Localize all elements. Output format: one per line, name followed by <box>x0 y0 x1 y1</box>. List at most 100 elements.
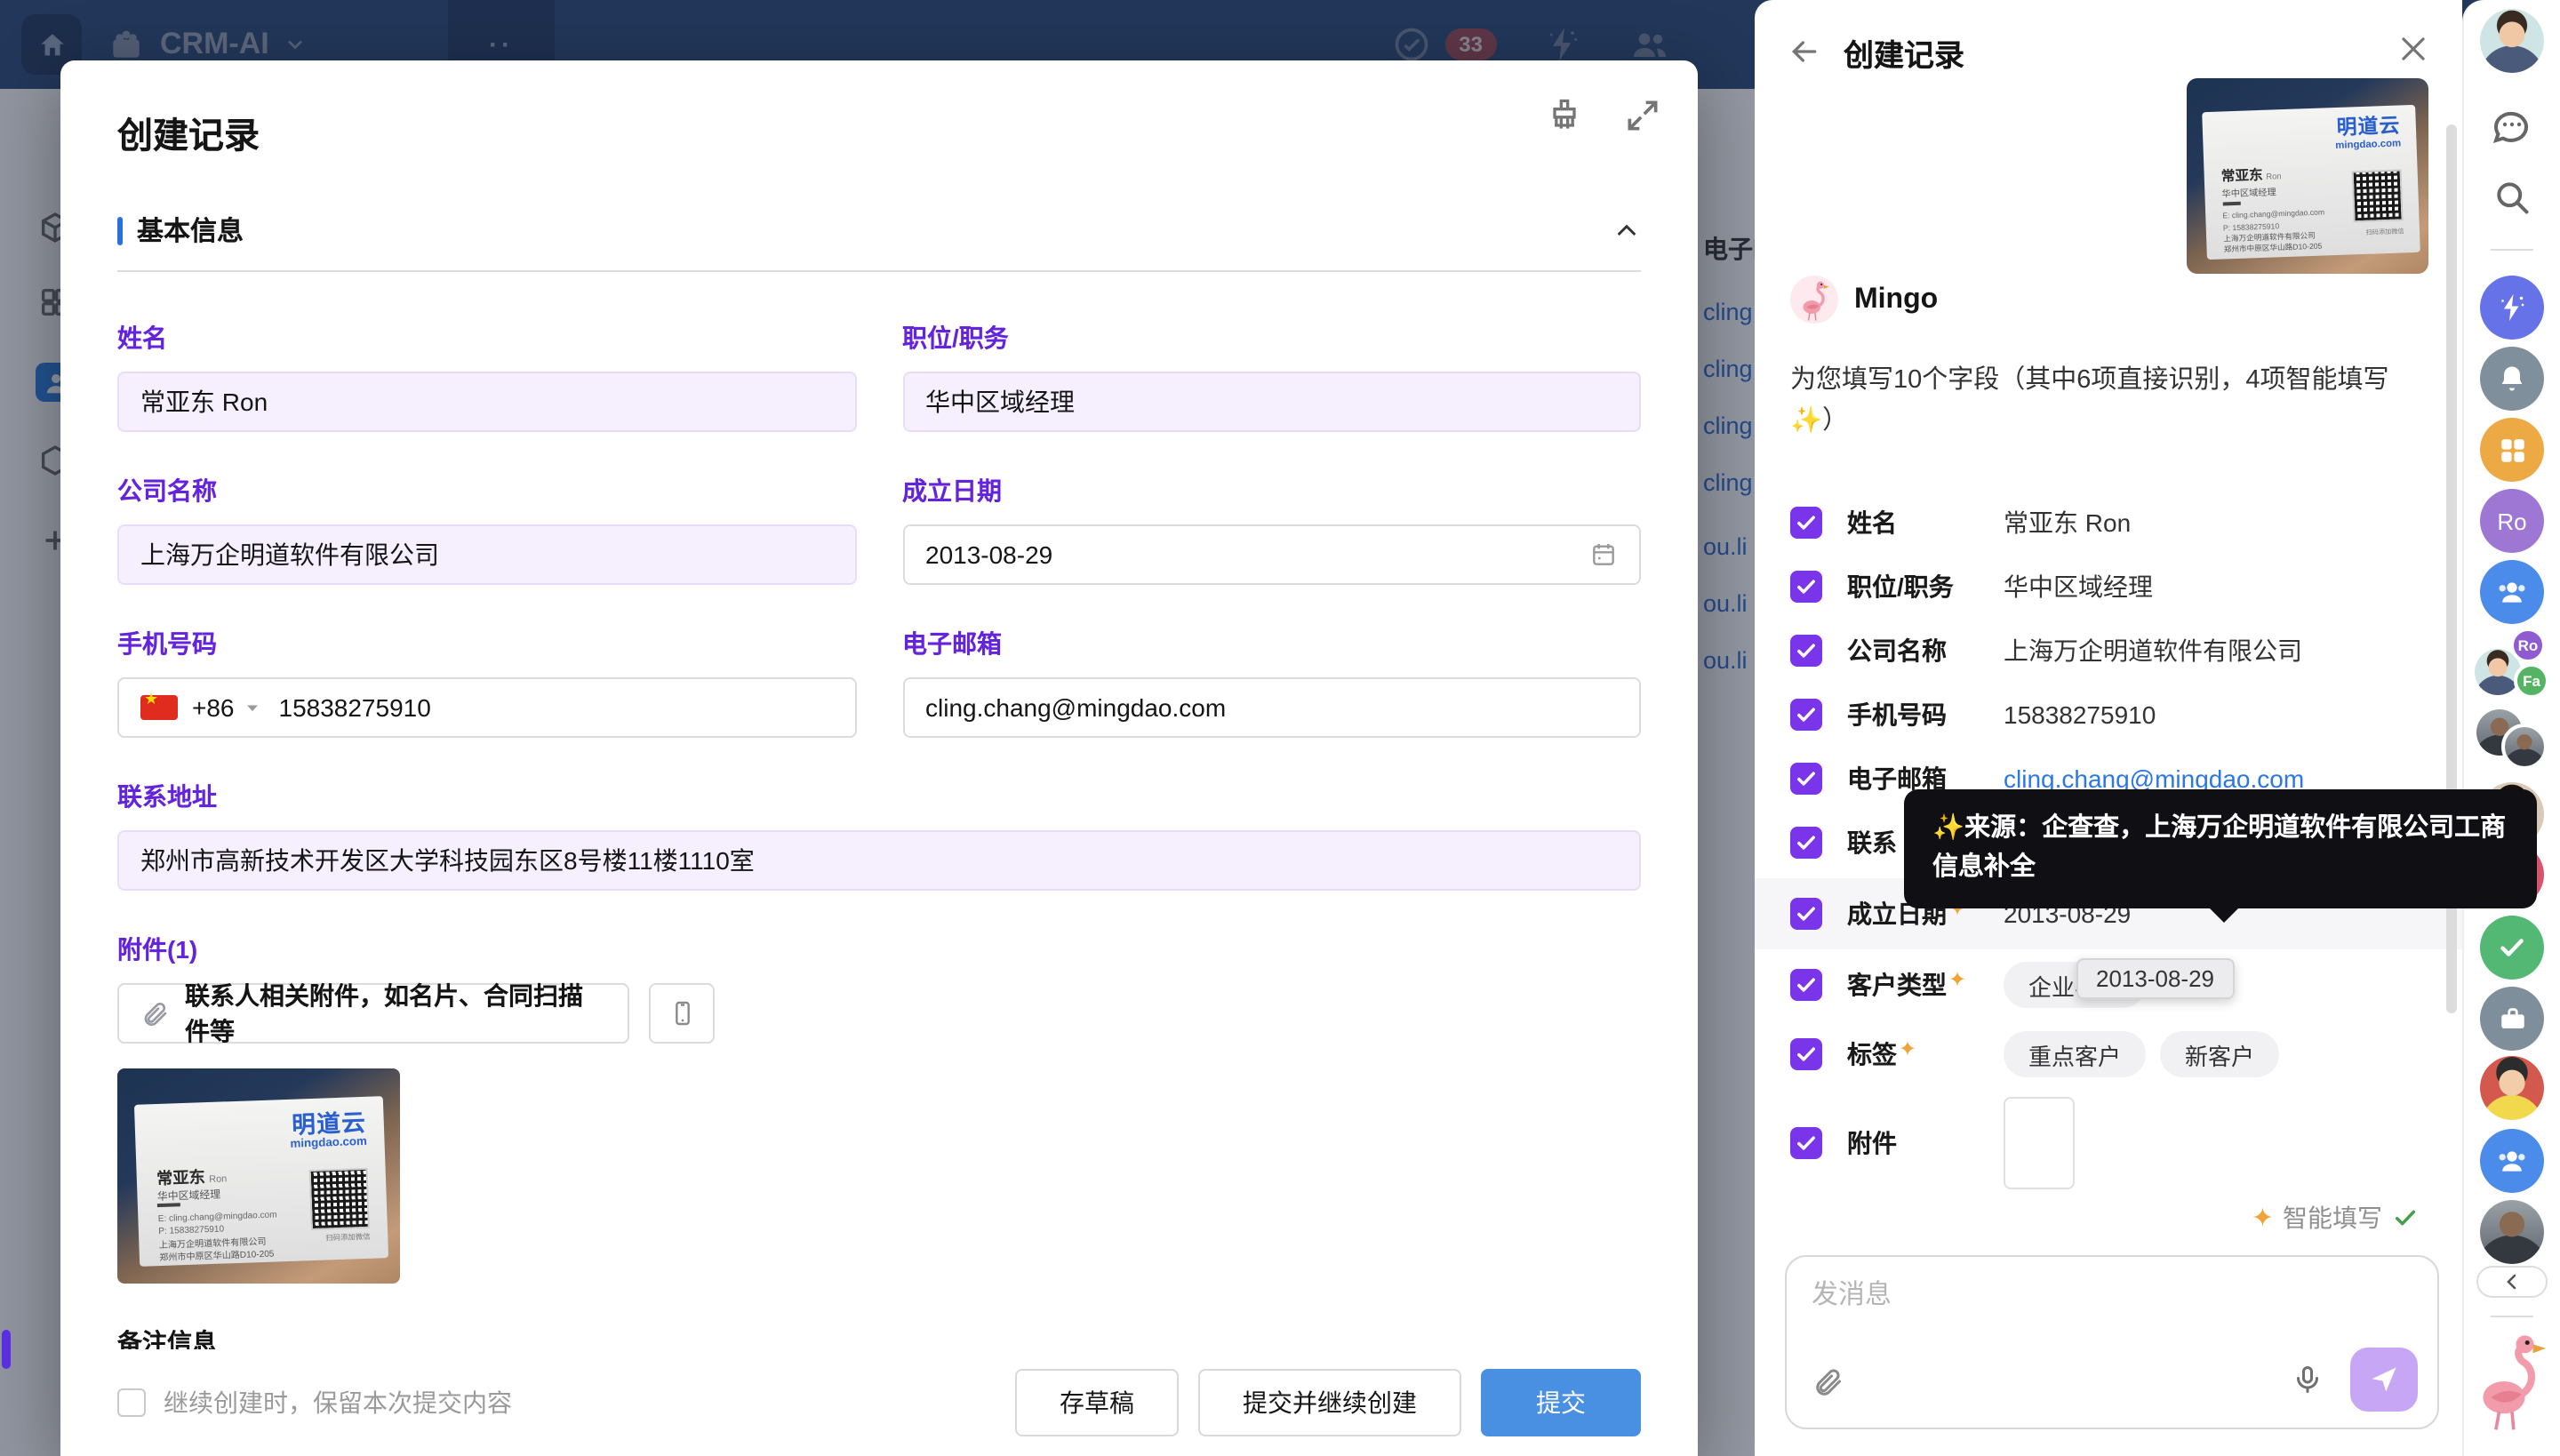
assistant-panel: 创建记录 明道云mingdao.com 常亚东Ron 华中区域经理 E: cli… <box>1755 0 2462 1456</box>
assistant-identity: Mingo <box>1790 276 1938 324</box>
submit-and-continue-button[interactable]: 提交并继续创建 <box>1198 1369 1461 1436</box>
checkbox-checked[interactable] <box>1790 571 1822 603</box>
avatar-photo[interactable] <box>2480 1200 2544 1264</box>
field-founded-date: 成立日期 2013-08-29 <box>902 473 1641 585</box>
submit-button[interactable]: 提交 <box>1481 1369 1641 1436</box>
field-label: 职位/职务 <box>902 320 1641 356</box>
expand-icon[interactable] <box>1623 96 1662 135</box>
section-title: 基本信息 <box>137 212 1612 249</box>
qr-code <box>2350 169 2403 221</box>
dock-divider <box>2491 249 2533 251</box>
search-icon[interactable] <box>2480 165 2544 229</box>
attach-file-icon[interactable] <box>1812 1365 1844 1406</box>
user-avatar[interactable] <box>2480 9 2544 73</box>
microphone-icon[interactable] <box>2292 1364 2324 1404</box>
message-input[interactable] <box>1812 1275 2412 1346</box>
badge-ro: Ro <box>2510 628 2546 663</box>
chat-icon[interactable] <box>2480 94 2544 158</box>
field-label: 电子邮箱 <box>902 626 1641 661</box>
checkbox-checked[interactable] <box>1790 969 1822 1001</box>
success-check-icon <box>2391 1204 2420 1232</box>
keep-content-checkbox[interactable] <box>117 1388 146 1417</box>
apps-grid-icon[interactable] <box>2480 418 2544 482</box>
checkbox-checked[interactable] <box>1790 898 1822 930</box>
panel-title: 创建记录 <box>1844 30 1964 75</box>
checkbox-checked[interactable] <box>1790 507 1822 539</box>
create-record-modal: 创建记录 基本信息 姓名 常亚东 Ron 职位/职务 华中区域经理 公司名称 <box>60 60 1698 1456</box>
smart-fill-status: ✦ 智能填写 <box>2250 1200 2420 1236</box>
collapse-dock-button[interactable] <box>2476 1266 2548 1298</box>
field-company: 公司名称 上海万企明道软件有限公司 <box>117 473 856 585</box>
phone-icon <box>668 999 696 1028</box>
back-icon[interactable] <box>1787 34 1822 78</box>
upload-attachment-button[interactable]: 联系人相关附件，如名片、合同扫描件等 <box>117 983 629 1044</box>
contacts-group-icon[interactable] <box>2480 1129 2544 1193</box>
field-address: 联系地址 郑州市高新技术开发区大学科技园东区8号楼11楼1110室 <box>117 779 1641 891</box>
field-label: 联系地址 <box>117 779 1641 814</box>
founded-date-input[interactable]: 2013-08-29 <box>902 524 1641 585</box>
notifications-bell-icon[interactable] <box>2480 347 2544 411</box>
china-flag-icon: ★ <box>140 695 178 720</box>
paperclip-icon <box>140 999 169 1028</box>
field-label: 附件(1) <box>117 932 1641 967</box>
field-name: 姓名 常亚东 Ron <box>117 320 856 432</box>
date-value-tooltip: 2013-08-29 <box>2076 958 2234 999</box>
name-input[interactable]: 常亚东 Ron <box>117 372 856 432</box>
checkbox-checked[interactable] <box>1790 699 1822 731</box>
company-input[interactable]: 上海万企明道软件有限公司 <box>117 524 856 585</box>
checkbox-checked[interactable] <box>1790 1127 1822 1159</box>
keep-content-option[interactable]: 继续创建时，保留本次提交内容 <box>117 1385 996 1420</box>
modal-footer: 继续创建时，保留本次提交内容 存草稿 提交并继续创建 提交 <box>60 1349 1698 1456</box>
message-composer <box>1785 1255 2439 1429</box>
work-briefcase-icon[interactable] <box>2480 987 2544 1051</box>
avatar-boy[interactable] <box>2480 1056 2544 1120</box>
field-row: 公司名称 上海万企明道软件有限公司 <box>1790 619 2427 683</box>
checkbox-checked[interactable] <box>1790 635 1822 667</box>
avatar-cluster[interactable]: Ro Fa <box>2475 628 2549 699</box>
address-input[interactable]: 郑州市高新技术开发区大学科技园东区8号楼11楼1110室 <box>117 830 1641 891</box>
attachment-thumbnail[interactable] <box>2004 1097 2075 1189</box>
field-row: 姓名 常亚东 Ron <box>1790 491 2427 555</box>
section-header: 基本信息 <box>117 212 1641 249</box>
save-draft-button[interactable]: 存草稿 <box>1015 1369 1179 1436</box>
avatar-ro[interactable]: Ro <box>2480 489 2544 553</box>
section-accent-bar <box>117 216 123 244</box>
caret-down-icon[interactable] <box>244 699 261 716</box>
send-button[interactable] <box>2350 1348 2418 1412</box>
badge-fa: Fa <box>2514 663 2549 699</box>
tag: 新客户 <box>2160 1031 2279 1077</box>
chevron-left-icon <box>2501 1271 2523 1292</box>
section-divider <box>117 270 1641 272</box>
calendar-icon[interactable] <box>1589 540 1618 569</box>
uploaded-business-card-photo[interactable]: 明道云mingdao.com 常亚东Ron 华中区域经理 E: cling.ch… <box>2187 78 2428 274</box>
field-attachments: 附件(1) 联系人相关附件，如名片、合同扫描件等 明道云mingdao.com <box>117 932 1641 1284</box>
record-form: 姓名 常亚东 Ron 职位/职务 华中区域经理 公司名称 上海万企明道软件有限公… <box>60 279 1698 1456</box>
mobile-upload-button[interactable] <box>649 983 715 1044</box>
contacts-group-icon[interactable] <box>2480 560 2544 624</box>
field-row: 标签✦ 重点客户 新客户 <box>1790 1017 2427 1092</box>
field-row: 手机号码 15838275910 <box>1790 683 2427 747</box>
country-code[interactable]: +86 <box>192 693 235 722</box>
mobile-input[interactable]: ★ +86 15838275910 <box>117 677 856 738</box>
close-icon[interactable] <box>2396 32 2430 75</box>
modal-toolbar <box>1545 96 1662 135</box>
mascot-flamingo[interactable] <box>2473 1330 2551 1433</box>
position-input[interactable]: 华中区域经理 <box>902 372 1641 432</box>
attachment-business-card-photo[interactable]: 明道云mingdao.com 常亚东Ron 华中区域经理 E: cling.ch… <box>117 1068 400 1284</box>
field-label: 姓名 <box>117 320 856 356</box>
field-label: 成立日期 <box>902 473 1641 508</box>
checkbox-checked[interactable] <box>1790 827 1822 859</box>
smart-sparkle-icon: ✦ <box>1948 967 1966 992</box>
source-tooltip: ✨来源：企查查，上海万企明道软件有限公司工商信息补全 <box>1904 789 2537 908</box>
chevron-up-icon[interactable] <box>1612 216 1641 244</box>
email-input[interactable]: cling.chang@mingdao.com <box>902 677 1641 738</box>
ai-assistant-icon[interactable] <box>2480 276 2544 340</box>
avatar-pair[interactable] <box>2476 706 2548 770</box>
field-label: 手机号码 <box>117 626 856 661</box>
approval-check-icon[interactable] <box>2480 916 2544 980</box>
checkbox-checked[interactable] <box>1790 1038 1822 1070</box>
checkbox-checked[interactable] <box>1790 763 1822 795</box>
send-icon <box>2368 1364 2400 1396</box>
smart-sparkle-icon: ✦ <box>1899 1036 1916 1061</box>
clear-form-icon[interactable] <box>1545 96 1584 135</box>
